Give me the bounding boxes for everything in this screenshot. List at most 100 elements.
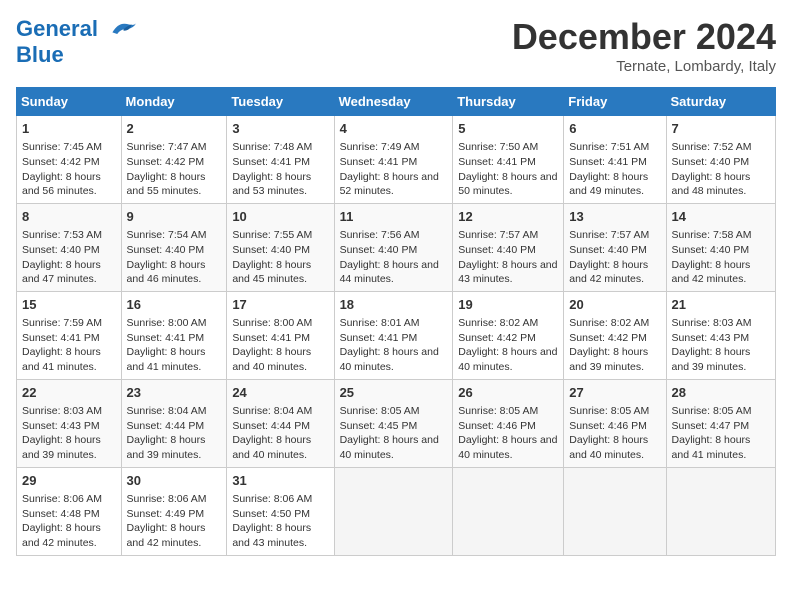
sunrise-text: Sunrise: 8:04 AMSunset: 4:44 PMDaylight:…: [127, 405, 207, 461]
day-number: 30: [127, 472, 222, 490]
day-number: 22: [22, 384, 116, 402]
day-number: 18: [340, 296, 448, 314]
sunrise-text: Sunrise: 7:55 AMSunset: 4:40 PMDaylight:…: [232, 229, 312, 285]
sunrise-text: Sunrise: 7:51 AMSunset: 4:41 PMDaylight:…: [569, 141, 649, 197]
day-number: 29: [22, 472, 116, 490]
logo-general: General: [16, 16, 98, 41]
day-cell-4: 4Sunrise: 7:49 AMSunset: 4:41 PMDaylight…: [334, 116, 453, 204]
col-monday: Monday: [121, 88, 227, 116]
sunrise-text: Sunrise: 7:49 AMSunset: 4:41 PMDaylight:…: [340, 141, 439, 197]
sunrise-text: Sunrise: 7:45 AMSunset: 4:42 PMDaylight:…: [22, 141, 102, 197]
sunrise-text: Sunrise: 7:59 AMSunset: 4:41 PMDaylight:…: [22, 317, 102, 373]
logo-blue: Blue: [16, 44, 138, 66]
day-cell-11: 11 Sunrise: 7:56 AMSunset: 4:40 PMDayligh…: [334, 203, 453, 291]
day-number: 27: [569, 384, 660, 402]
day-cell-10: 10 Sunrise: 7:55 AMSunset: 4:40 PMDayligh…: [227, 203, 334, 291]
day-cell-27: 27 Sunrise: 8:05 AMSunset: 4:46 PMDayligh…: [564, 379, 666, 467]
sunrise-text: Sunrise: 7:57 AMSunset: 4:40 PMDaylight:…: [569, 229, 649, 285]
day-number: 21: [672, 296, 770, 314]
sunrise-text: Sunrise: 8:05 AMSunset: 4:47 PMDaylight:…: [672, 405, 752, 461]
sunrise-text: Sunrise: 8:02 AMSunset: 4:42 PMDaylight:…: [569, 317, 649, 373]
sunrise-text: Sunrise: 7:47 AMSunset: 4:42 PMDaylight:…: [127, 141, 207, 197]
day-cell-29: 29 Sunrise: 8:06 AMSunset: 4:48 PMDayligh…: [17, 467, 122, 555]
sunrise-text: Sunrise: 8:00 AMSunset: 4:41 PMDaylight:…: [232, 317, 312, 373]
sunrise-text: Sunrise: 8:05 AMSunset: 4:46 PMDaylight:…: [458, 405, 557, 461]
title-section: December 2024 Ternate, Lombardy, Italy: [512, 16, 776, 75]
month-title: December 2024: [512, 16, 776, 58]
sunrise-text: Sunrise: 7:54 AMSunset: 4:40 PMDaylight:…: [127, 229, 207, 285]
sunrise-text: Sunrise: 8:05 AMSunset: 4:46 PMDaylight:…: [569, 405, 649, 461]
day-number: 28: [672, 384, 770, 402]
day-cell-9: 9Sunrise: 7:54 AMSunset: 4:40 PMDaylight…: [121, 203, 227, 291]
empty-cell: [334, 467, 453, 555]
sunrise-text: Sunrise: 7:52 AMSunset: 4:40 PMDaylight:…: [672, 141, 752, 197]
page-header: General Blue December 2024 Ternate, Lomb…: [16, 16, 776, 75]
col-wednesday: Wednesday: [334, 88, 453, 116]
calendar-week-1: 1 Sunrise: 7:45 AMSunset: 4:42 PMDaylight…: [17, 116, 776, 204]
day-number: 10: [232, 208, 328, 226]
day-number: 16: [127, 296, 222, 314]
day-cell-26: 26 Sunrise: 8:05 AMSunset: 4:46 PMDayligh…: [453, 379, 564, 467]
calendar-week-5: 29 Sunrise: 8:06 AMSunset: 4:48 PMDayligh…: [17, 467, 776, 555]
day-cell-31: 31 Sunrise: 8:06 AMSunset: 4:50 PMDayligh…: [227, 467, 334, 555]
header-row: Sunday Monday Tuesday Wednesday Thursday…: [17, 88, 776, 116]
empty-cell: [453, 467, 564, 555]
day-number: 19: [458, 296, 558, 314]
day-number: 31: [232, 472, 328, 490]
day-cell-2: 2 Sunrise: 7:47 AMSunset: 4:42 PMDaylight…: [121, 116, 227, 204]
sunrise-text: Sunrise: 7:56 AMSunset: 4:40 PMDaylight:…: [340, 229, 439, 285]
day-cell-18: 18Sunrise: 8:01 AMSunset: 4:41 PMDayligh…: [334, 291, 453, 379]
day-cell-12: 12Sunrise: 7:57 AMSunset: 4:40 PMDayligh…: [453, 203, 564, 291]
sunrise-text: Sunrise: 8:02 AMSunset: 4:42 PMDaylight:…: [458, 317, 557, 373]
day-cell-23: 23 Sunrise: 8:04 AMSunset: 4:44 PMDayligh…: [121, 379, 227, 467]
sunrise-text: Sunrise: 8:06 AMSunset: 4:48 PMDaylight:…: [22, 493, 102, 549]
day-cell-30: 30 Sunrise: 8:06 AMSunset: 4:49 PMDayligh…: [121, 467, 227, 555]
day-number: 26: [458, 384, 558, 402]
day-number: 13: [569, 208, 660, 226]
day-cell-24: 24 Sunrise: 8:04 AMSunset: 4:44 PMDayligh…: [227, 379, 334, 467]
sunrise-text: Sunrise: 8:06 AMSunset: 4:50 PMDaylight:…: [232, 493, 312, 549]
day-number: 5: [458, 120, 558, 138]
day-cell-8: 8Sunrise: 7:53 AMSunset: 4:40 PMDaylight…: [17, 203, 122, 291]
day-number: 2: [127, 120, 222, 138]
day-number: 3: [232, 120, 328, 138]
day-cell-16: 16Sunrise: 8:00 AMSunset: 4:41 PMDayligh…: [121, 291, 227, 379]
day-cell-15: 15Sunrise: 7:59 AMSunset: 4:41 PMDayligh…: [17, 291, 122, 379]
day-cell-20: 20Sunrise: 8:02 AMSunset: 4:42 PMDayligh…: [564, 291, 666, 379]
day-cell-3: 3 Sunrise: 7:48 AMSunset: 4:41 PMDaylight…: [227, 116, 334, 204]
day-cell-7: 7 Sunrise: 7:52 AMSunset: 4:40 PMDaylight…: [666, 116, 775, 204]
day-number: 24: [232, 384, 328, 402]
day-number: 6: [569, 120, 660, 138]
logo-bird-icon: [106, 16, 138, 44]
logo-text: General: [16, 16, 138, 44]
day-number: 23: [127, 384, 222, 402]
day-number: 12: [458, 208, 558, 226]
col-saturday: Saturday: [666, 88, 775, 116]
sunrise-text: Sunrise: 8:04 AMSunset: 4:44 PMDaylight:…: [232, 405, 312, 461]
day-number: 25: [340, 384, 448, 402]
day-cell-28: 28 Sunrise: 8:05 AMSunset: 4:47 PMDayligh…: [666, 379, 775, 467]
empty-cell: [666, 467, 775, 555]
sunrise-text: Sunrise: 7:50 AMSunset: 4:41 PMDaylight:…: [458, 141, 557, 197]
calendar-week-2: 8Sunrise: 7:53 AMSunset: 4:40 PMDaylight…: [17, 203, 776, 291]
col-sunday: Sunday: [17, 88, 122, 116]
col-thursday: Thursday: [453, 88, 564, 116]
day-cell-25: 25 Sunrise: 8:05 AMSunset: 4:45 PMDayligh…: [334, 379, 453, 467]
day-cell-19: 19 Sunrise: 8:02 AMSunset: 4:42 PMDayligh…: [453, 291, 564, 379]
day-cell-13: 13 Sunrise: 7:57 AMSunset: 4:40 PMDayligh…: [564, 203, 666, 291]
col-friday: Friday: [564, 88, 666, 116]
sunrise-text: Sunrise: 8:03 AMSunset: 4:43 PMDaylight:…: [672, 317, 752, 373]
col-tuesday: Tuesday: [227, 88, 334, 116]
day-number: 7: [672, 120, 770, 138]
sunrise-text: Sunrise: 8:05 AMSunset: 4:45 PMDaylight:…: [340, 405, 439, 461]
sunrise-text: Sunrise: 8:06 AMSunset: 4:49 PMDaylight:…: [127, 493, 207, 549]
day-cell-5: 5 Sunrise: 7:50 AMSunset: 4:41 PMDaylight…: [453, 116, 564, 204]
sunrise-text: Sunrise: 7:48 AMSunset: 4:41 PMDaylight:…: [232, 141, 312, 197]
day-cell-1: 1 Sunrise: 7:45 AMSunset: 4:42 PMDaylight…: [17, 116, 122, 204]
day-number: 14: [672, 208, 770, 226]
empty-cell: [564, 467, 666, 555]
day-number: 1: [22, 120, 116, 138]
sunrise-text: Sunrise: 7:58 AMSunset: 4:40 PMDaylight:…: [672, 229, 752, 285]
calendar-table: Sunday Monday Tuesday Wednesday Thursday…: [16, 87, 776, 556]
day-number: 11: [340, 208, 448, 226]
